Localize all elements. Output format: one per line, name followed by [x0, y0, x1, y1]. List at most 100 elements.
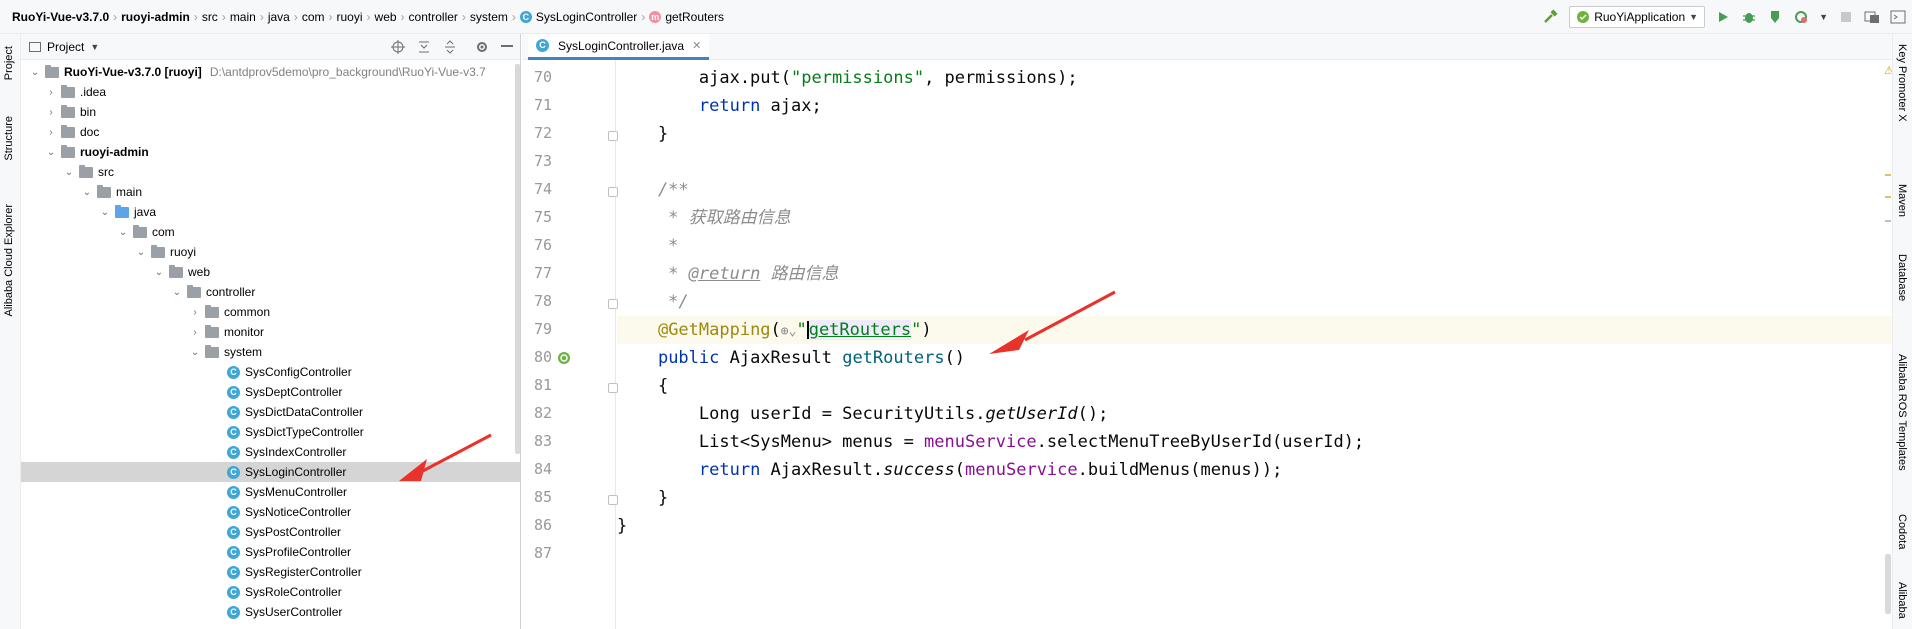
breadcrumb-module[interactable]: ruoyi-admin: [117, 10, 194, 24]
chevron-right-icon[interactable]: ›: [189, 327, 201, 338]
breadcrumb-java[interactable]: java: [264, 10, 294, 24]
tab-alibaba-ros-templates[interactable]: Alibaba ROS Templates: [1896, 354, 1908, 471]
tree-item-class[interactable]: C SysPostController: [227, 522, 341, 542]
breadcrumb-src[interactable]: src: [198, 10, 222, 24]
tree-item[interactable]: › .idea: [45, 82, 106, 102]
breadcrumb-system[interactable]: system: [466, 10, 512, 24]
chevron-down-icon[interactable]: ⌄: [99, 207, 111, 218]
coverage-icon[interactable]: [1767, 9, 1783, 25]
tree-root[interactable]: ⌄ RuoYi-Vue-v3.7.0 [ruoyi] D:\antdprov5d…: [29, 62, 486, 82]
breadcrumb-web[interactable]: web: [371, 10, 401, 24]
minimize-icon[interactable]: [501, 45, 513, 47]
tree-item[interactable]: ⌄ com: [117, 222, 175, 242]
chevron-down-icon[interactable]: ⌄: [63, 167, 75, 178]
tree-item-label: src: [98, 165, 114, 179]
chevron-down-icon[interactable]: ⌄: [135, 247, 147, 258]
breadcrumb-method-label: getRouters: [665, 9, 725, 24]
tree-item[interactable]: ⌄ ruoyi: [135, 242, 196, 262]
chevron-down-icon[interactable]: ⌄: [45, 147, 57, 158]
tree-item-class[interactable]: C SysDictTypeController: [227, 422, 364, 442]
tab-maven[interactable]: Maven: [1896, 184, 1908, 217]
breadcrumb-com[interactable]: com: [298, 10, 329, 24]
tree-item-class[interactable]: C SysUserController: [227, 602, 342, 622]
breadcrumb-main[interactable]: main: [226, 10, 260, 24]
tree-item-class[interactable]: C SysDeptController: [227, 382, 342, 402]
chevron-down-icon[interactable]: ⌄: [117, 227, 129, 238]
gear-icon[interactable]: [475, 40, 489, 57]
tree-item-class[interactable]: C SysRegisterController: [227, 562, 362, 582]
tab-database[interactable]: Database: [1896, 254, 1908, 301]
tree-item[interactable]: › monitor: [189, 322, 264, 342]
line-number: 85: [533, 488, 552, 506]
chevron-right-icon[interactable]: ›: [189, 307, 201, 318]
scrollbar-thumb[interactable]: [515, 64, 520, 454]
endpoint-gutter-icon[interactable]: [556, 350, 572, 369]
chevron-down-icon[interactable]: ▼: [90, 42, 99, 52]
tab-alibaba-cloud-explorer[interactable]: Alibaba Cloud Explorer: [3, 204, 15, 317]
expand-all-icon[interactable]: [417, 40, 431, 57]
breadcrumb-project[interactable]: RuoYi-Vue-v3.7.0: [8, 10, 113, 24]
tree-item[interactable]: ⌄ controller: [171, 282, 255, 302]
tree-item[interactable]: › bin: [45, 102, 96, 122]
tree-item[interactable]: ⌄ src: [63, 162, 114, 182]
tree-item-class[interactable]: C SysConfigController: [227, 362, 352, 382]
line-number: 75: [533, 208, 552, 226]
class-icon: C: [227, 605, 240, 619]
debug-icon[interactable]: [1741, 9, 1757, 25]
breadcrumb-controller[interactable]: controller: [405, 10, 462, 24]
folder-icon: [45, 64, 59, 78]
run-icon[interactable]: [1715, 9, 1731, 25]
chevron-down-icon[interactable]: ⌄: [29, 67, 41, 78]
tab-sys-login-controller[interactable]: C SysLoginController.java ✕: [528, 34, 710, 60]
line-number: 73: [533, 152, 552, 170]
collapse-all-icon[interactable]: [443, 40, 457, 57]
tab-project[interactable]: Project: [3, 46, 15, 80]
tree-item[interactable]: ⌄ ruoyi-admin: [45, 142, 149, 162]
chevron-down-icon[interactable]: ▼: [1819, 12, 1828, 22]
tree-item[interactable]: › doc: [45, 122, 99, 142]
tree-item-class[interactable]: C SysProfileController: [227, 542, 351, 562]
scrollbar-thumb[interactable]: [1885, 554, 1891, 614]
locate-icon[interactable]: [391, 40, 405, 57]
tab-structure[interactable]: Structure: [3, 116, 15, 161]
chevron-down-icon[interactable]: ⌄: [153, 267, 165, 278]
code-area[interactable]: ajax.put("permissions", permissions); re…: [617, 60, 1892, 629]
chevron-right-icon[interactable]: ›: [45, 107, 57, 118]
editor-error-stripe[interactable]: [1885, 34, 1891, 629]
tree-item-class[interactable]: C SysDictDataController: [227, 402, 363, 422]
tree-item[interactable]: ⌄ web: [153, 262, 210, 282]
chevron-down-icon[interactable]: ⌄: [189, 347, 201, 358]
run-configuration-select[interactable]: RuoYiApplication ▼: [1569, 6, 1706, 28]
chevron-right-icon[interactable]: ›: [45, 127, 57, 138]
profile-icon[interactable]: [1793, 9, 1809, 25]
breadcrumb-class[interactable]: C SysLoginController: [516, 10, 641, 24]
method-icon: m: [649, 10, 662, 23]
tab-alibaba[interactable]: Alibaba: [1896, 582, 1908, 619]
tree-item-class[interactable]: C SysMenuController: [227, 482, 347, 502]
project-view-selector[interactable]: Project: [47, 40, 84, 54]
tree-item-class[interactable]: C SysNoticeController: [227, 502, 351, 522]
build-hammer-icon[interactable]: [1543, 9, 1559, 25]
breadcrumb-ruoyi[interactable]: ruoyi: [333, 10, 367, 24]
terminal-icon[interactable]: [1890, 9, 1906, 25]
tab-codota[interactable]: Codota: [1896, 514, 1908, 549]
tree-item[interactable]: › common: [189, 302, 270, 322]
tree-item-class[interactable]: C SysRoleController: [227, 582, 342, 602]
tab-key-promoter-x[interactable]: Key Promoter X: [1896, 44, 1908, 122]
project-structure-icon[interactable]: [1864, 9, 1880, 25]
breadcrumb-method[interactable]: m getRouters: [645, 10, 728, 24]
class-icon: C: [227, 485, 240, 499]
tree-item[interactable]: ⌄ java: [99, 202, 156, 222]
close-icon[interactable]: ✕: [692, 39, 701, 52]
chevron-down-icon[interactable]: ⌄: [171, 287, 183, 298]
tree-item[interactable]: ⌄ system: [189, 342, 262, 362]
class-icon: C: [227, 465, 240, 479]
globe-icon[interactable]: ⊕⌄: [781, 324, 797, 339]
chevron-down-icon[interactable]: ⌄: [81, 187, 93, 198]
stop-icon[interactable]: [1838, 9, 1854, 25]
chevron-right-icon[interactable]: ›: [45, 87, 57, 98]
tree-item-class[interactable]: C SysIndexController: [227, 442, 346, 462]
navigation-bar: RuoYi-Vue-v3.7.0 › ruoyi-admin › src › main…: [0, 0, 1912, 34]
tree-item[interactable]: ⌄ main: [81, 182, 142, 202]
class-icon: C: [227, 505, 240, 519]
